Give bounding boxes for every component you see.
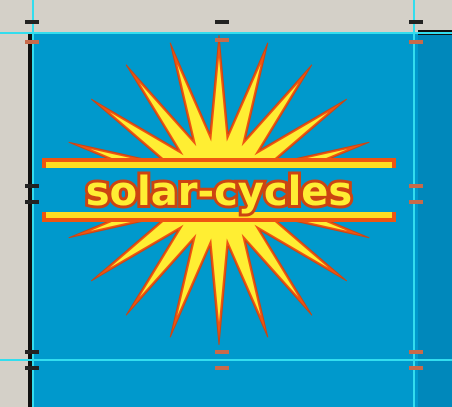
selection-handle-icon[interactable] — [409, 200, 423, 204]
selection-handle-icon[interactable] — [25, 184, 39, 188]
selection-handle-icon[interactable] — [215, 366, 229, 370]
selection-handle-icon[interactable] — [409, 40, 423, 44]
selection-handle-icon[interactable] — [215, 20, 229, 24]
logo-text: solar-cycles — [86, 169, 352, 215]
design-canvas[interactable]: solar-cycles — [0, 0, 452, 407]
selection-handle-icon[interactable] — [409, 20, 423, 24]
selection-handle-icon[interactable] — [215, 38, 229, 42]
selection-handle-icon[interactable] — [25, 20, 39, 24]
selection-handle-icon[interactable] — [25, 366, 39, 370]
solar-cycles-logo[interactable]: solar-cycles — [0, 0, 452, 407]
guide-line-bottom[interactable] — [0, 359, 452, 361]
guide-line-top[interactable] — [0, 32, 452, 34]
selection-handle-icon[interactable] — [409, 184, 423, 188]
selection-handle-icon[interactable] — [25, 350, 39, 354]
selection-handle-icon[interactable] — [25, 200, 39, 204]
selection-handle-icon[interactable] — [409, 366, 423, 370]
selection-handle-icon[interactable] — [25, 40, 39, 44]
selection-handle-icon[interactable] — [215, 350, 229, 354]
selection-handle-icon[interactable] — [409, 350, 423, 354]
